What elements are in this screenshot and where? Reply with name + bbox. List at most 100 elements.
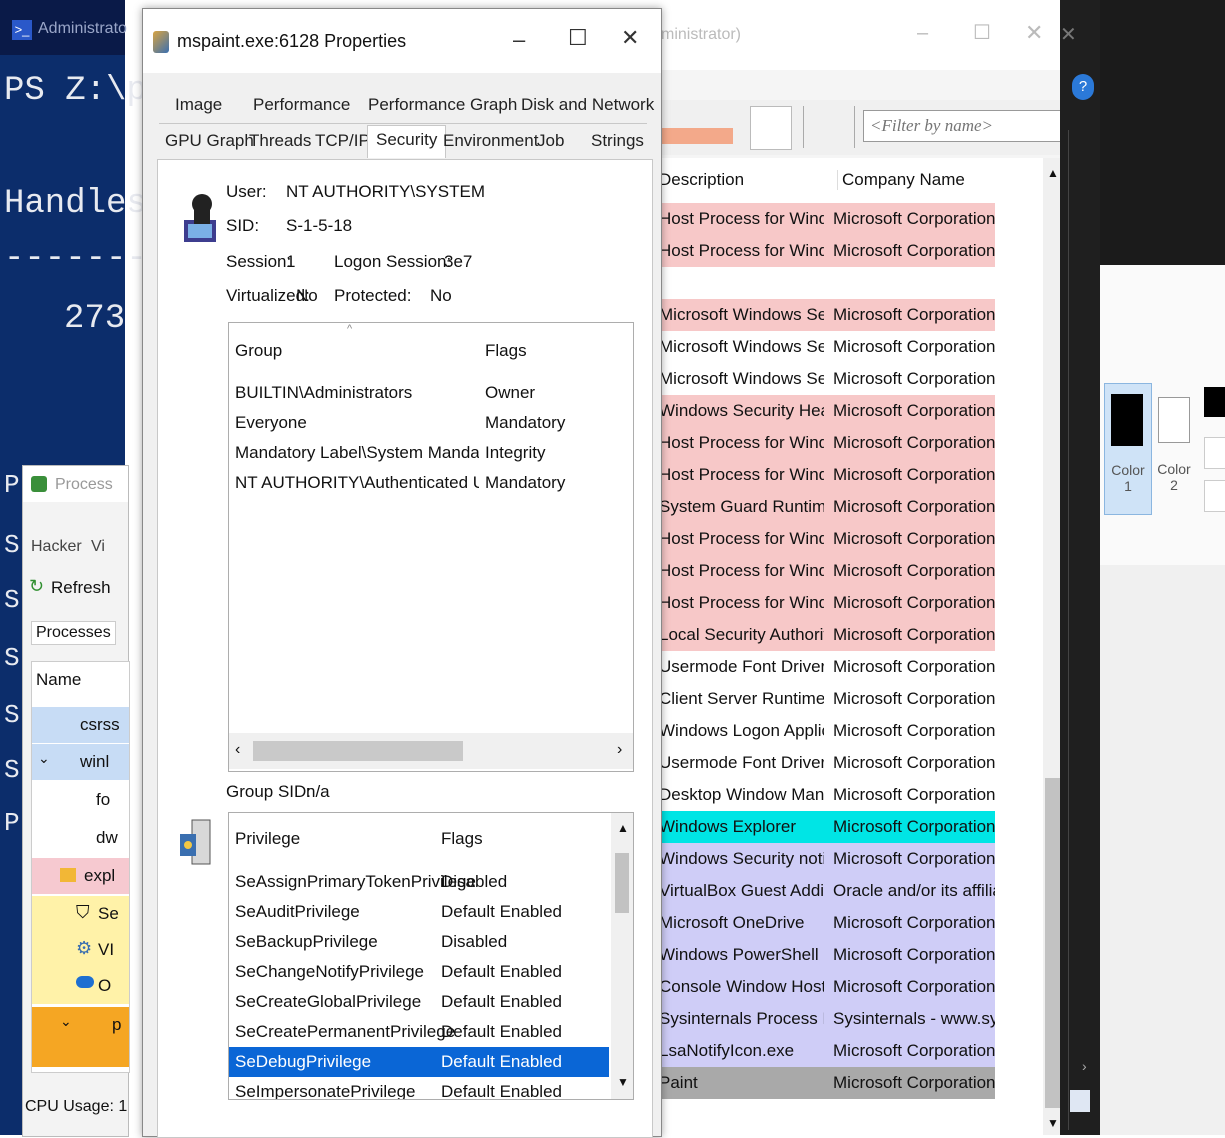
list-item[interactable]: ⌄ winl [32,744,129,780]
column-privilege[interactable]: Privilege [235,829,300,849]
tab-image[interactable]: Image [175,95,222,115]
palette-swatch[interactable] [1204,480,1225,512]
privilege-row[interactable]: SeCreateGlobalPrivilege Default Enabled [229,987,609,1017]
scrollbar-thumb[interactable] [1045,778,1061,1108]
table-row[interactable]: Console Window Host Microsoft Corporation [655,971,995,1003]
table-row[interactable]: Microsoft Windows Search F... Microsoft C… [655,363,995,395]
tab-security[interactable]: Security [367,125,447,158]
close-button[interactable]: ✕ [621,25,639,51]
tab-processes[interactable]: Processes [31,621,116,645]
list-item[interactable]: fo [32,782,129,818]
refresh-button[interactable]: Refresh [51,578,111,598]
group-row[interactable]: NT AUTHORITY\Authenticated Users Mandator… [229,469,633,499]
scroll-right-icon[interactable]: › [1082,1058,1087,1074]
group-row[interactable]: BUILTIN\Administrators Owner [229,379,633,409]
color2-button[interactable]: Color 2 [1154,383,1194,513]
column-name[interactable]: Name [36,670,81,690]
vertical-scrollbar[interactable]: ▲ ▼ [611,813,633,1099]
maximize-button[interactable]: ☐ [568,25,588,51]
table-row[interactable]: System Guard Runtime Monit... Microsoft C… [655,491,995,523]
table-row[interactable]: Usermode Font Driver Host Microsoft Corpo… [655,651,995,683]
table-row[interactable]: LsaNotifyIcon.exe Microsoft Corporation [655,1035,995,1067]
scroll-right-icon[interactable]: › [617,741,622,759]
tab-gpu-graph[interactable]: GPU Graph [165,131,254,151]
tab-job[interactable]: Job [537,131,564,151]
column-group[interactable]: Group [235,341,282,361]
horizontal-scrollbar[interactable]: ‹ › [229,733,633,769]
tab-performance-graph[interactable]: Performance Graph [368,95,517,115]
palette-swatch[interactable] [1204,437,1225,469]
scrollbar-thumb[interactable] [615,853,629,913]
table-row[interactable]: Host Process for Windows S... Microsoft C… [655,587,995,619]
table-row[interactable]: Host Process for Windows S... Microsoft C… [655,523,995,555]
list-item[interactable]: dw [32,820,129,856]
column-flags[interactable]: Flags [485,341,527,361]
tab-performance[interactable]: Performance [253,95,350,115]
privilege-row[interactable]: SeCreatePermanentPrivilege Default Enable… [229,1017,609,1047]
column-company[interactable]: Company Name [837,170,965,190]
privilege-row[interactable]: SeImpersonatePrivilege Default Enabled [229,1077,609,1099]
list-item[interactable]: ⛉ Se [32,896,129,932]
table-row[interactable]: Sysinternals Process Explorer Sysinternal… [655,1003,995,1035]
table-row[interactable]: Host Process for Windows S... Microsoft C… [655,427,995,459]
table-row[interactable]: Windows Security notificatio... Microsoft… [655,843,995,875]
privilege-row[interactable]: SeBackupPrivilege Disabled [229,927,609,957]
table-row[interactable]: Client Server Runtime Process Microsoft C… [655,683,995,715]
scroll-left-icon[interactable]: ‹ [235,741,240,759]
privilege-row[interactable]: SeAuditPrivilege Default Enabled [229,897,609,927]
color1-button[interactable]: Color 1 [1104,383,1152,515]
privilege-row[interactable]: SeChangeNotifyPrivilege Default Enabled [229,957,609,987]
privilege-row[interactable]: SeAssignPrimaryTokenPrivilege Disabled [229,867,609,897]
list-item[interactable]: csrss [32,707,129,743]
minimize-button[interactable]: – [917,22,928,45]
tab-environment[interactable]: Environment [443,131,538,151]
scroll-up-icon[interactable]: ▲ [1047,166,1059,180]
table-row[interactable]: Microsoft OneDrive Microsoft Corporation [655,907,995,939]
scrollbar-thumb[interactable] [253,741,463,761]
list-item[interactable]: ⚙ VI [32,932,129,968]
list-item[interactable]: expl [32,858,129,894]
table-row[interactable]: Microsoft Windows Search I... Microsoft C… [655,299,995,331]
table-row[interactable]: Host Process for Windows S... Microsoft C… [655,235,995,267]
table-row[interactable]: Paint Microsoft Corporation [655,1067,995,1099]
list-item[interactable]: ⌄ p [32,1007,129,1067]
table-row[interactable]: Desktop Window Manager Microsoft Corporat… [655,779,995,811]
table-row[interactable]: Windows PowerShell Microsoft Corporation [655,939,995,971]
group-row[interactable]: Mandatory Label\System Mandatory Level In… [229,439,633,469]
menu-hacker[interactable]: Hacker [31,538,82,556]
scroll-up-icon[interactable]: ▲ [617,821,629,835]
column-description[interactable]: Description [659,170,744,190]
filter-input[interactable] [863,110,1067,142]
column-flags[interactable]: Flags [441,829,483,849]
privilege-row[interactable]: SeDebugPrivilege Default Enabled [229,1047,609,1077]
groups-list[interactable]: ^ Group Flags BUILTIN\Administrators Owne… [228,322,634,772]
chevron-down-icon[interactable]: ⌄ [60,1013,72,1030]
maximize-button[interactable]: ☐ [973,20,991,45]
table-row[interactable]: Windows Logon Application Microsoft Corpo… [655,715,995,747]
table-row[interactable]: Windows Security Health Se... Microsoft C… [655,395,995,427]
table-row[interactable]: Usermode Font Driver Host Microsoft Corpo… [655,747,995,779]
tab-disk-and-network[interactable]: Disk and Network [521,95,654,115]
table-row[interactable]: Windows Explorer Microsoft Corporation [655,811,995,843]
list-item[interactable]: O [32,968,129,1004]
table-row[interactable]: Host Process for Windows S... Microsoft C… [655,203,995,235]
group-row[interactable]: Everyone Mandatory [229,409,633,439]
table-row[interactable]: Microsoft Windows Search P... Microsoft C… [655,331,995,363]
table-row[interactable] [655,267,995,299]
table-row[interactable]: Local Security Authority Proc... Microsof… [655,619,995,651]
menu-view[interactable]: Vi [91,538,105,556]
table-row[interactable]: VirtualBox Guest Additions Tr... Oracle a… [655,875,995,907]
scroll-down-icon[interactable]: ▼ [1047,1116,1059,1130]
tab-tcp-ip[interactable]: TCP/IP [315,131,370,151]
help-icon[interactable]: ? [1072,74,1094,100]
palette-swatch[interactable] [1204,387,1225,417]
graph-box[interactable] [750,106,792,150]
privileges-list[interactable]: Privilege Flags SeAssignPrimaryTokenPriv… [228,812,634,1100]
minimize-button[interactable]: – [513,27,525,53]
scroll-down-icon[interactable]: ▼ [617,1075,629,1089]
tab-threads[interactable]: Threads [249,131,311,151]
table-row[interactable]: Host Process for Windows S... Microsoft C… [655,459,995,491]
chevron-down-icon[interactable]: ⌄ [38,750,50,767]
table-row[interactable]: Host Process for Windows S... Microsoft C… [655,555,995,587]
close-button[interactable]: ✕ [1025,20,1043,46]
